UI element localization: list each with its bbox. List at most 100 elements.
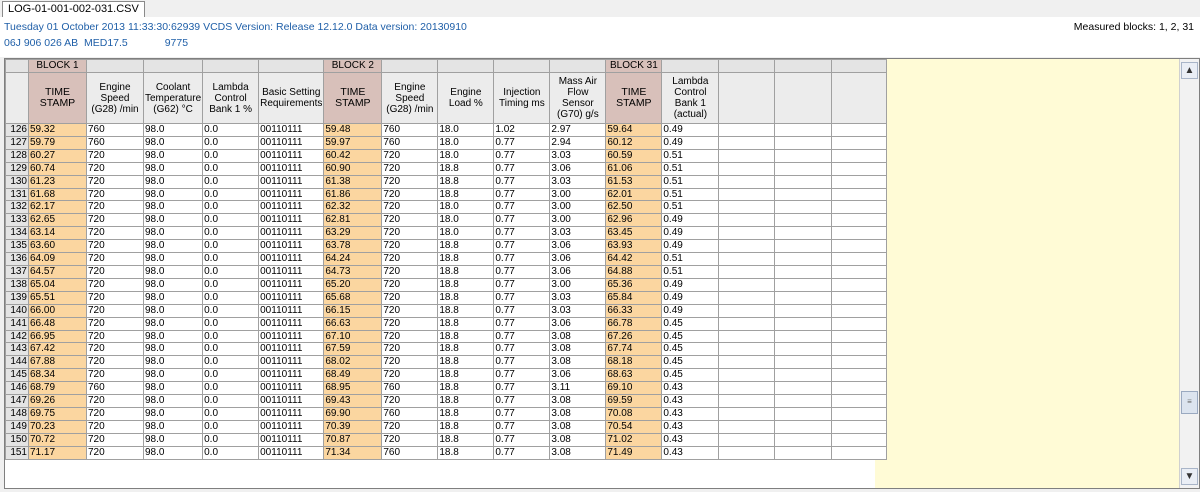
- table-row[interactable]: 147 69.26 720 98.0 0.0 00110111 69.43 720 18.8 0.…: [5, 394, 888, 408]
- value-cell: 0.51: [661, 174, 720, 189]
- table-row[interactable]: 132 62.17 720 98.0 0.0 00110111 62.32 720 18.0 0.…: [5, 200, 888, 215]
- col-header[interactable]: Engine Speed (G28) /min: [381, 72, 439, 124]
- table-row[interactable]: 140 66.00 720 98.0 0.0 00110111 66.15 720 18.8 0.…: [5, 303, 888, 318]
- empty-cell: [718, 174, 776, 189]
- value-cell: 0.0: [202, 174, 260, 189]
- timestamp-cell: 60.27: [28, 148, 87, 163]
- value-cell: 00110111: [258, 419, 325, 434]
- table-row[interactable]: 134 63.14 720 98.0 0.0 00110111 63.29 720 18.0 0.…: [5, 226, 888, 241]
- block-1-label: BLOCK 1: [28, 59, 87, 73]
- table-row[interactable]: 148 69.75 720 98.0 0.0 00110111 69.90 760 18.8 0.…: [5, 406, 888, 421]
- table-row[interactable]: 126 59.32 760 98.0 0.0 00110111 59.48 760 18.0 1.…: [5, 123, 888, 137]
- table-row[interactable]: 128 60.27 720 98.0 0.0 00110111 60.42 720 18.0 0.…: [5, 148, 888, 163]
- row-number: 135: [5, 239, 29, 254]
- value-cell: 3.06: [549, 252, 607, 266]
- value-cell: 18.8: [437, 432, 495, 447]
- table-row[interactable]: 151 71.17 720 98.0 0.0 00110111 71.34 760 18.8 0.…: [5, 445, 888, 460]
- col-header[interactable]: Engine Speed (G28) /min: [86, 72, 144, 124]
- table-row[interactable]: 139 65.51 720 98.0 0.0 00110111 65.68 720 18.8 0.…: [5, 290, 888, 305]
- value-cell: 00110111: [258, 264, 325, 279]
- table-row[interactable]: 150 70.72 720 98.0 0.0 00110111 70.87 720 18.8 0.…: [5, 432, 888, 447]
- table-row[interactable]: 142 66.95 720 98.0 0.0 00110111 67.10 720 18.8 0.…: [5, 329, 888, 344]
- value-cell: 0.77: [493, 394, 551, 408]
- table-row[interactable]: 131 61.68 720 98.0 0.0 00110111 61.86 720 18.8 0.…: [5, 187, 888, 202]
- empty-cell: [831, 381, 888, 396]
- table-row[interactable]: 127 59.79 760 98.0 0.0 00110111 59.97 760 18.0 0.…: [5, 135, 888, 150]
- timestamp-cell: 67.10: [323, 329, 383, 344]
- col-header[interactable]: TIME STAMP: [605, 72, 663, 124]
- col-header[interactable]: Engine Load %: [437, 72, 495, 124]
- empty-cell: [718, 148, 776, 163]
- value-cell: 720: [86, 329, 144, 344]
- row-number: 137: [5, 264, 29, 279]
- value-cell: 720: [86, 432, 144, 447]
- table-row[interactable]: 137 64.57 720 98.0 0.0 00110111 64.73 720 18.8 0.…: [5, 264, 888, 279]
- timestamp-cell: 62.01: [605, 187, 663, 202]
- table-row[interactable]: 145 68.34 720 98.0 0.0 00110111 68.49 720 18.8 0.…: [5, 368, 888, 383]
- value-cell: 18.8: [437, 174, 495, 189]
- value-cell: 0.49: [661, 123, 720, 137]
- table-row[interactable]: 129 60.74 720 98.0 0.0 00110111 60.90 720 18.8 0.…: [5, 161, 888, 176]
- col-header[interactable]: Injection Timing ms: [493, 72, 551, 124]
- col-header[interactable]: Mass Air Flow Sensor (G70) g/s: [549, 72, 607, 124]
- empty-cell: [718, 445, 776, 460]
- value-cell: 720: [86, 342, 144, 357]
- value-cell: 18.8: [437, 239, 495, 254]
- table-row[interactable]: 146 68.79 760 98.0 0.0 00110111 68.95 760 18.8 0.…: [5, 381, 888, 396]
- value-cell: 0.43: [661, 406, 720, 421]
- value-cell: 00110111: [258, 355, 325, 370]
- col-header[interactable]: TIME STAMP: [28, 72, 87, 124]
- value-cell: 18.8: [437, 445, 495, 460]
- row-number: 131: [5, 187, 29, 202]
- timestamp-cell: 62.32: [323, 200, 383, 215]
- value-cell: 760: [86, 381, 144, 396]
- tab-log-file[interactable]: LOG-01-001-002-031.CSV: [2, 1, 145, 17]
- empty-cell: [831, 432, 888, 447]
- table-row[interactable]: 130 61.23 720 98.0 0.0 00110111 61.38 720 18.8 0.…: [5, 174, 888, 189]
- value-cell: 00110111: [258, 239, 325, 254]
- empty-cell: [774, 419, 833, 434]
- scroll-down-icon[interactable]: ▼: [1181, 468, 1198, 485]
- timestamp-cell: 67.59: [323, 342, 383, 357]
- table-row[interactable]: 138 65.04 720 98.0 0.0 00110111 65.20 720 18.8 0.…: [5, 277, 888, 292]
- scroll-thumb[interactable]: ≡: [1181, 391, 1198, 414]
- col-header[interactable]: Coolant Temperature (G62) °C: [142, 72, 204, 124]
- empty-cell: [718, 264, 776, 279]
- table-row[interactable]: 141 66.48 720 98.0 0.0 00110111 66.63 720 18.8 0.…: [5, 316, 888, 331]
- value-cell: 720: [86, 316, 144, 331]
- row-number: 143: [5, 342, 29, 357]
- vertical-scrollbar[interactable]: ▲ ≡ ▼: [1179, 59, 1199, 488]
- table-row[interactable]: 133 62.65 720 98.0 0.0 00110111 62.81 720 18.0 0.…: [5, 213, 888, 228]
- empty-cell: [831, 303, 888, 318]
- value-cell: 0.0: [202, 381, 260, 396]
- table-row[interactable]: 149 70.23 720 98.0 0.0 00110111 70.39 720 18.8 0.…: [5, 419, 888, 434]
- empty-cell: [718, 213, 776, 228]
- empty-cell: [831, 148, 888, 163]
- value-cell: 98.0: [142, 419, 204, 434]
- col-header[interactable]: TIME STAMP: [323, 72, 383, 124]
- timestamp-cell: 70.87: [323, 432, 383, 447]
- table-row[interactable]: 136 64.09 720 98.0 0.0 00110111 64.24 720 18.8 0.…: [5, 252, 888, 266]
- table-row[interactable]: 135 63.60 720 98.0 0.0 00110111 63.78 720 18.8 0.…: [5, 239, 888, 254]
- timestamp-cell: 59.97: [323, 135, 383, 150]
- row-number: 148: [5, 406, 29, 421]
- col-header[interactable]: Lambda Control Bank 1 %: [202, 72, 260, 124]
- col-header[interactable]: Lambda Control Bank 1 (actual): [661, 72, 720, 124]
- table-row[interactable]: 144 67.88 720 98.0 0.0 00110111 68.02 720 18.8 0.…: [5, 355, 888, 370]
- data-grid[interactable]: BLOCK 1 BLOCK 2 BLOCK 31 TIME STAMP Engi…: [4, 58, 1200, 489]
- value-cell: 0.51: [661, 187, 720, 202]
- value-cell: 1.02: [493, 123, 551, 137]
- value-cell: 0.49: [661, 213, 720, 228]
- value-cell: 98.0: [142, 226, 204, 241]
- value-cell: 18.8: [437, 342, 495, 357]
- value-cell: 720: [86, 239, 144, 254]
- timestamp-cell: 63.45: [605, 226, 663, 241]
- value-cell: 720: [381, 200, 439, 215]
- table-row[interactable]: 143 67.42 720 98.0 0.0 00110111 67.59 720 18.8 0.…: [5, 342, 888, 357]
- value-cell: 00110111: [258, 277, 325, 292]
- timestamp-cell: 59.64: [605, 123, 663, 137]
- scroll-up-icon[interactable]: ▲: [1181, 62, 1198, 79]
- timestamp-cell: 65.51: [28, 290, 87, 305]
- col-header[interactable]: Basic Setting Requirements: [258, 72, 325, 124]
- block-header-row: BLOCK 1 BLOCK 2 BLOCK 31: [5, 59, 888, 73]
